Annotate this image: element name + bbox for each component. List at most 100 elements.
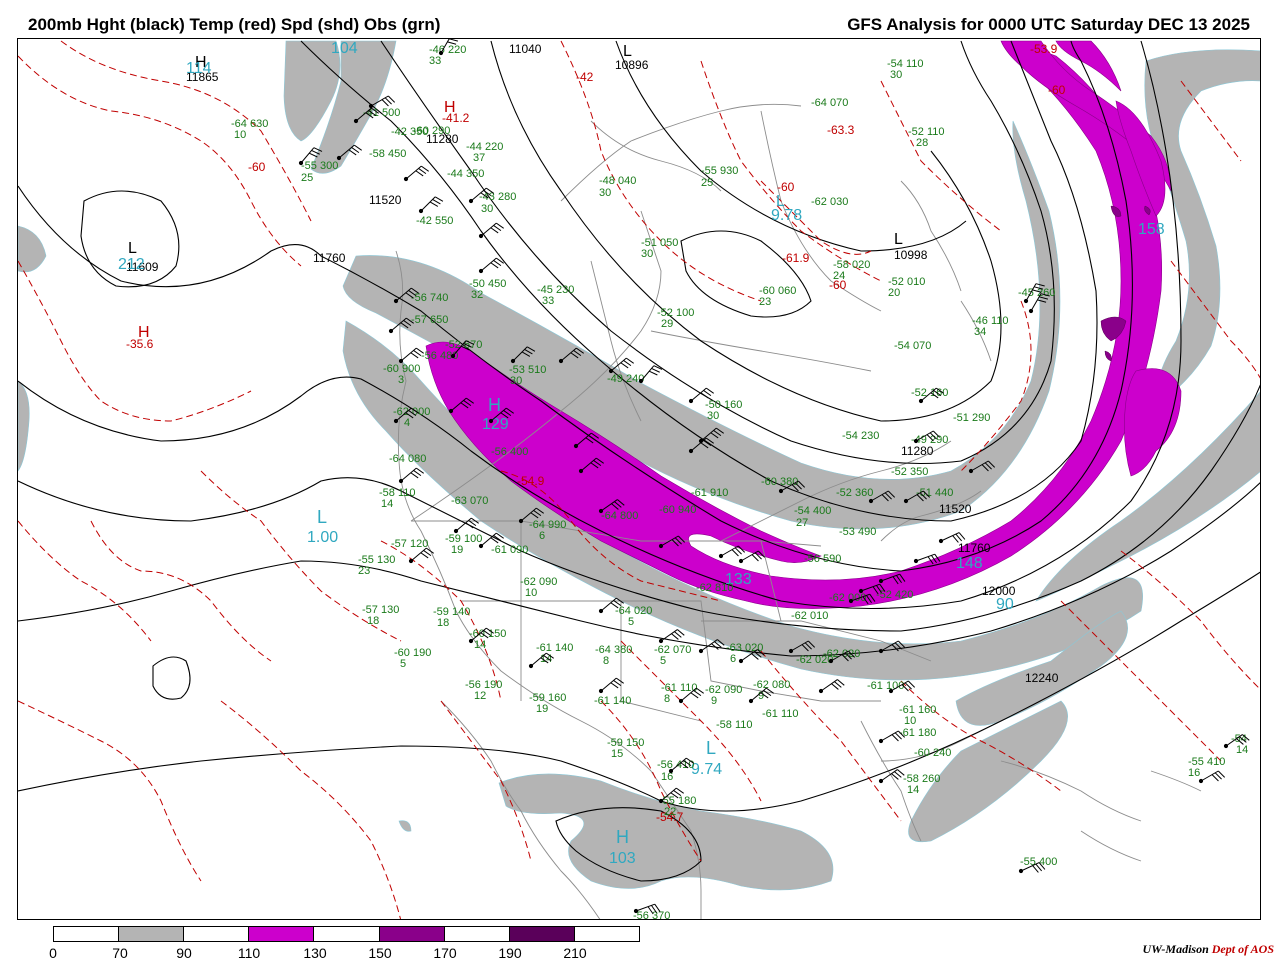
analysis-time-title: GFS Analysis for 0000 UTC Saturday DEC 1… (847, 15, 1250, 34)
obs-label: 30 (510, 375, 522, 387)
obs-label: 9 (758, 690, 764, 702)
height-label: 10896 (615, 58, 649, 72)
obs-label: 19 (536, 703, 548, 715)
speed-label: 114 (186, 60, 212, 77)
colorbar-segment (574, 927, 639, 941)
colorbar-segment (509, 927, 575, 941)
obs-label: 22 (664, 806, 676, 818)
colorbar-segment (444, 927, 510, 941)
speed-label: 104 (331, 40, 358, 57)
obs-label: 5 (400, 658, 406, 670)
obs-label: -54 400 (794, 505, 831, 517)
obs-label: -48 040 (599, 175, 636, 187)
obs-label: 20 (888, 287, 900, 299)
temp-label: -54.9 (517, 474, 545, 488)
colorbar-segment (119, 927, 185, 941)
obs-label: -56 410 (657, 759, 694, 771)
obs-label: 30 (599, 187, 611, 199)
obs-label: 14 (1236, 744, 1248, 756)
temp-label: -42 (576, 70, 594, 84)
low-marker: L (706, 738, 716, 758)
obs-label: -56 400 (491, 446, 528, 458)
obs-label: -53 490 (839, 526, 876, 538)
obs-label: -62 030 (811, 196, 848, 208)
obs-label: 25 (701, 177, 713, 189)
height-label: 11760 (958, 541, 991, 555)
height-label: 10998 (894, 248, 928, 262)
obs-label: -43 280 (479, 191, 516, 203)
obs-label: 18 (367, 615, 379, 627)
obs-label: 27 (796, 517, 808, 529)
obs-label: 18 (437, 617, 449, 629)
obs-label: -57 120 (391, 538, 428, 550)
colorbar-segment (379, 927, 445, 941)
obs-label: -60 940 (659, 504, 696, 516)
obs-label: 23 (759, 296, 771, 308)
wind-barb (478, 222, 504, 239)
height-label: 11520 (369, 193, 402, 207)
speed-label: 90 (996, 596, 1014, 613)
obs-label: -51 440 (916, 487, 953, 499)
obs-label: -52 350 (891, 466, 928, 478)
obs-label: 5 (628, 616, 634, 628)
obs-label: -54 070 (894, 340, 931, 352)
obs-label: 33 (542, 295, 554, 307)
colorbar-tick-label: 70 (112, 945, 128, 961)
low-marker: L (623, 43, 632, 60)
high-marker: H (138, 324, 150, 341)
obs-label: -57 650 (411, 314, 448, 326)
credit-org: UW-Madison (1142, 942, 1209, 956)
obs-label: 29 (661, 318, 673, 330)
height-label: 11040 (509, 42, 542, 56)
obs-label: 30 (481, 203, 493, 215)
obs-label: 30 (641, 248, 653, 260)
obs-label: -62 810 (696, 582, 733, 594)
obs-label: 8 (603, 655, 609, 667)
wind-barb (403, 165, 429, 182)
obs-label: -58 450 (369, 148, 406, 160)
obs-label: -60 290 (413, 125, 450, 137)
obs-label: 14 (381, 498, 393, 510)
obs-label: 25 (301, 172, 313, 184)
speed-label: 212 (118, 256, 145, 273)
map-canvas: 11040 10896 11280 11520 11760 11609 1186… (18, 39, 1260, 919)
obs-label: -64 070 (811, 97, 848, 109)
obs-label: 6 (730, 653, 736, 665)
colorbar-tick-label: 190 (498, 945, 522, 961)
obs-label: 32 (471, 289, 483, 301)
obs-label: -49 240 (607, 373, 644, 385)
obs-label: 4 (404, 417, 410, 429)
temp-label: -53.9 (1030, 42, 1058, 56)
obs-label: 30 (890, 69, 902, 81)
temp-label: -61.9 (782, 251, 810, 265)
temp-label: -60 (248, 160, 266, 174)
obs-label: -62 020 (823, 648, 860, 660)
obs-label: 33 (429, 55, 441, 67)
colorbar-tick-label: 150 (368, 945, 392, 961)
temp-label: -60 (1048, 83, 1066, 97)
obs-label: 12 (474, 690, 486, 702)
obs-label: 16 (1188, 767, 1200, 779)
obs-label: -61 110 (762, 708, 799, 720)
obs-label: -64 380 (595, 644, 632, 656)
wind-barb (478, 257, 504, 274)
obs-label: -55 400 (1020, 856, 1057, 868)
obs-label: -56 590 (804, 553, 841, 565)
colorbar-tick-label: 110 (237, 945, 261, 961)
speed-label: 9.74 (691, 761, 722, 778)
obs-label: -64 080 (389, 453, 426, 465)
speed-label: 129 (482, 416, 509, 433)
obs-label: -55 930 (701, 165, 738, 177)
obs-label: 23 (358, 565, 370, 577)
obs-label: 19 (451, 544, 463, 556)
credit-label: UW-Madison Dept of AOS (1143, 942, 1274, 957)
wind-barb (418, 196, 444, 214)
obs-label: 14 (907, 784, 919, 796)
obs-label: 3 (398, 374, 404, 386)
obs-label: -60 240 (914, 747, 951, 759)
speed-label: 158 (1138, 221, 1165, 238)
low-marker: L (894, 231, 903, 248)
temp-label: -63.3 (827, 123, 855, 137)
obs-label: 15 (611, 748, 623, 760)
colorbar-tick-label: 170 (433, 945, 457, 961)
